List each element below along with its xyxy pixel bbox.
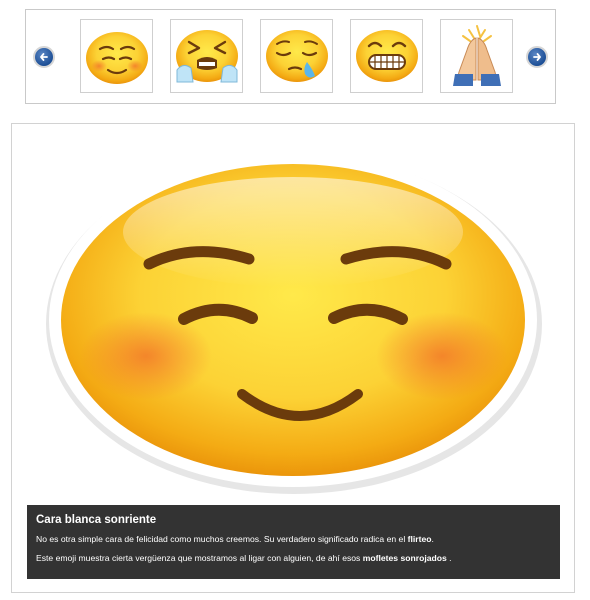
arrow-left-icon	[40, 53, 48, 61]
thumbnail-grimacing-face[interactable]	[350, 19, 423, 93]
smiling-face-icon	[86, 32, 148, 84]
grimacing-face-icon	[356, 30, 418, 82]
caption-highlight: mofletes sonrojados	[362, 553, 447, 563]
caption-highlight: flirteo	[407, 534, 432, 544]
caption-paragraph-1: No es otra simple cara de felicidad como…	[36, 534, 552, 544]
thumbnail-sleepy-face[interactable]	[260, 19, 333, 93]
featured-emoji-panel: Cara blanca sonriente No es otra simple …	[11, 123, 575, 593]
folded-hands-icon	[453, 25, 501, 86]
carousel-next-button[interactable]	[526, 46, 548, 68]
thumbnail-crying-face[interactable]	[170, 19, 243, 93]
thumbnail-folded-hands[interactable]	[440, 19, 513, 93]
caption-text: Este emoji muestra cierta vergüenza que …	[36, 553, 363, 563]
caption-text-end: .	[446, 553, 452, 563]
emoji-description-caption: Cara blanca sonriente No es otra simple …	[27, 505, 560, 579]
emoji-carousel	[25, 9, 556, 104]
smiling-face-with-blush-emoji	[46, 153, 542, 494]
thumbnail-track	[80, 19, 514, 95]
caption-text-end: .	[431, 534, 434, 544]
caption-paragraph-2: Este emoji muestra cierta vergüenza que …	[36, 553, 552, 563]
caption-title: Cara blanca sonriente	[36, 514, 157, 526]
caption-text: No es otra simple cara de felicidad como…	[36, 534, 408, 544]
crying-face-icon	[176, 30, 238, 83]
carousel-prev-button[interactable]	[33, 46, 55, 68]
arrow-right-icon	[533, 53, 541, 61]
sleepy-face-icon	[266, 30, 328, 82]
thumbnail-smiling-face[interactable]	[80, 19, 153, 93]
